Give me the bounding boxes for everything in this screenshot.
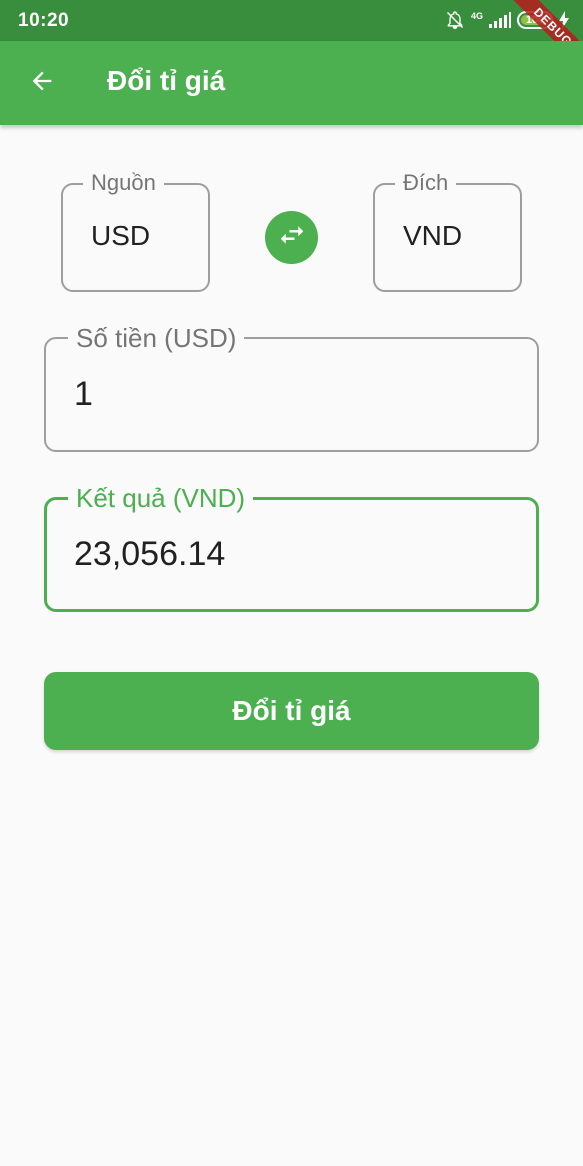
source-currency-label: Nguồn	[83, 170, 164, 196]
arrow-back-icon	[28, 67, 56, 100]
page-title: Đổi tỉ giá	[107, 65, 226, 96]
target-currency-field[interactable]: Đích VND	[373, 170, 522, 292]
status-time: 10:20	[18, 10, 70, 31]
notifications-off-icon	[445, 10, 465, 30]
swap-horiz-icon	[277, 220, 307, 255]
status-icons: 4G 100	[445, 9, 569, 31]
result-label: Kết quả (VND)	[68, 483, 254, 513]
source-currency-value: USD	[91, 220, 151, 251]
convert-button[interactable]: Đổi tỉ giá	[44, 672, 539, 750]
app-bar: Đổi tỉ giá	[0, 41, 583, 125]
result-value: 23,056.14	[74, 535, 226, 573]
signal-icon	[489, 12, 511, 28]
target-currency-label: Đích	[395, 170, 457, 196]
target-currency-value: VND	[403, 220, 463, 251]
status-bar: 10:20 4G 100	[0, 0, 583, 41]
amount-value: 1	[74, 375, 93, 413]
amount-label: Số tiền (USD)	[68, 323, 245, 353]
battery-level: 100	[525, 14, 545, 26]
charging-icon	[559, 11, 569, 29]
amount-input[interactable]: Số tiền (USD) 1	[44, 323, 539, 452]
battery-icon: 100	[517, 11, 553, 29]
network-type: 4G	[470, 10, 483, 21]
swap-currency-button[interactable]	[265, 211, 318, 264]
result-field[interactable]: Kết quả (VND) 23,056.14	[44, 483, 539, 612]
back-button[interactable]	[14, 61, 70, 105]
source-currency-field[interactable]: Nguồn USD	[61, 170, 210, 292]
